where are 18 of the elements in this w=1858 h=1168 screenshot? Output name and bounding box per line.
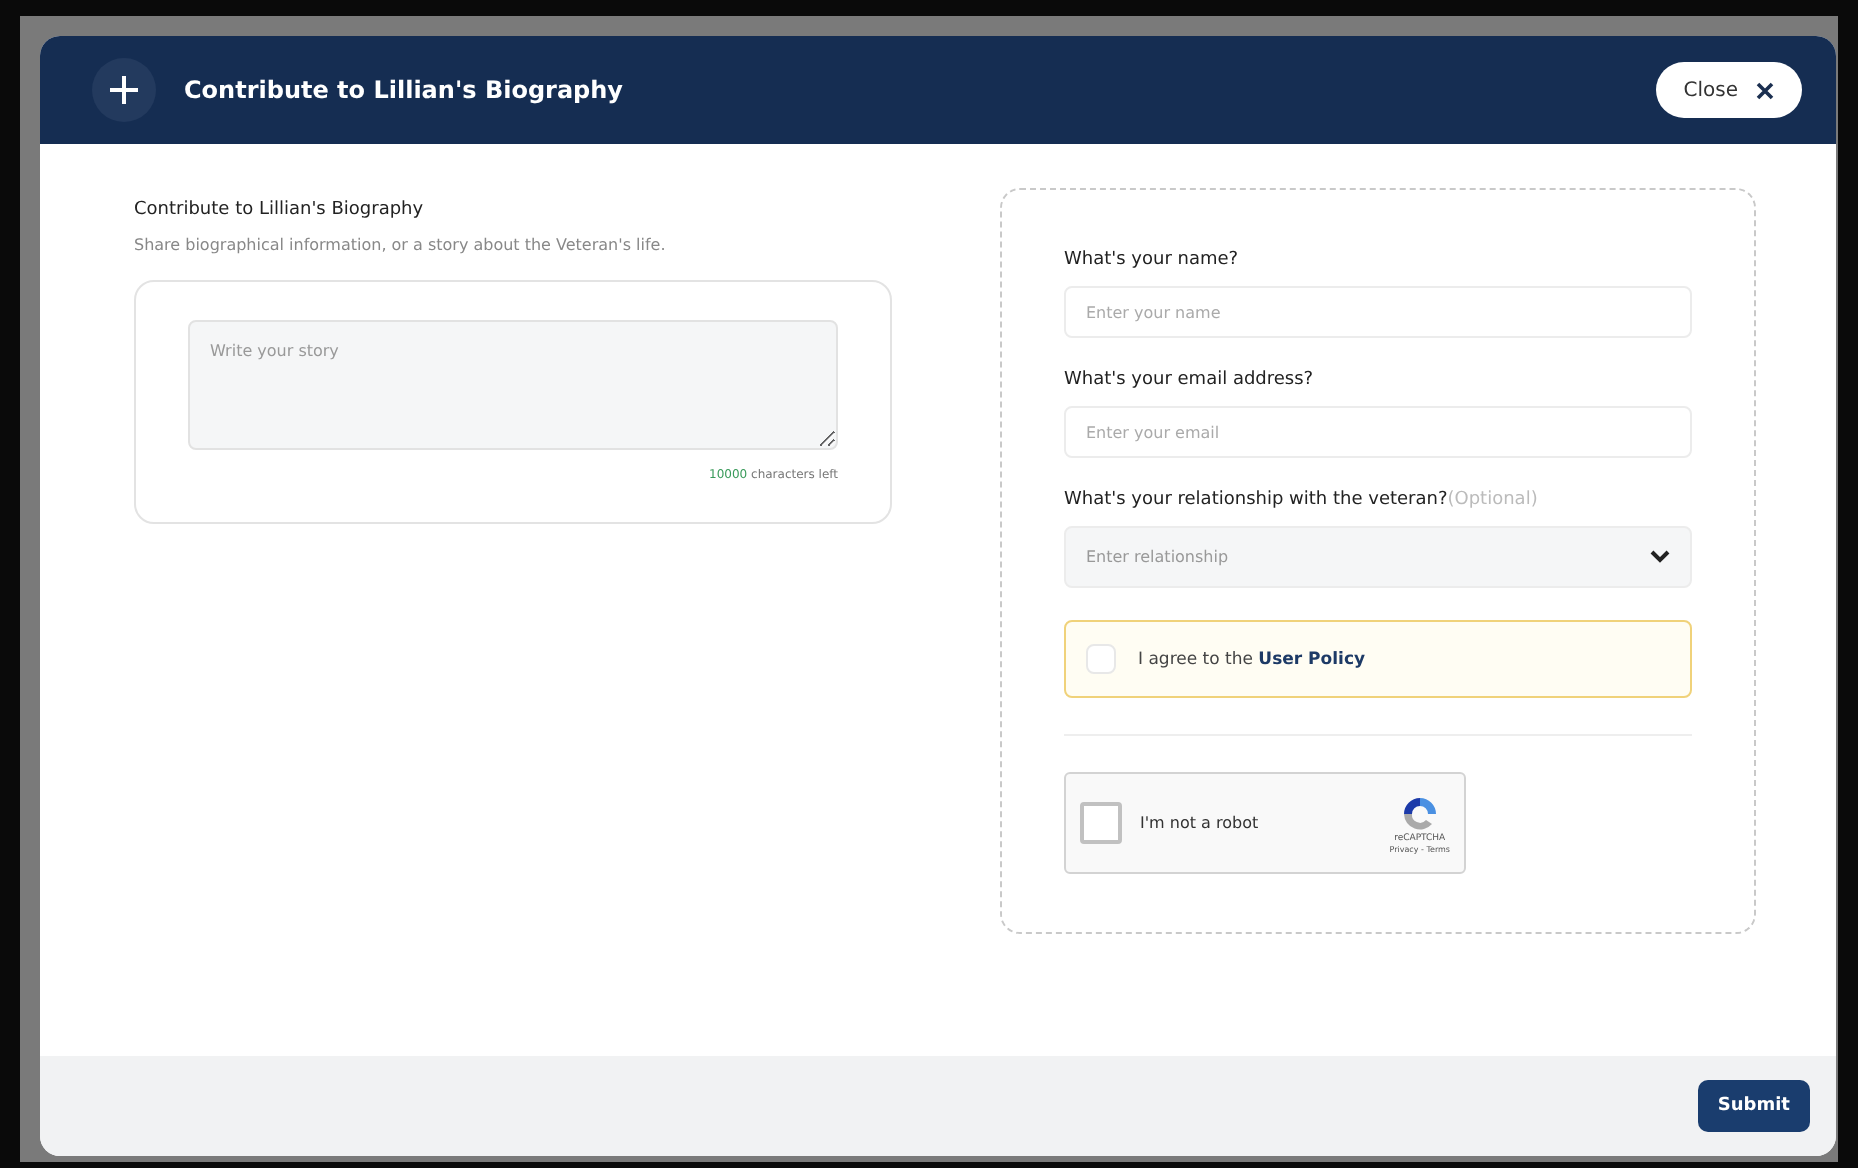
- field-label: What's your relationship with the veteran?(Optional): [1064, 490, 1540, 510]
- section-description: Share biographical information, or a story about the Veteran's life.: [134, 236, 668, 254]
- plus-icon: [92, 58, 156, 122]
- field-label: What's your name?: [1064, 250, 1241, 270]
- user-policy-link[interactable]: User Policy: [1258, 649, 1366, 669]
- captcha-label: I'm not a robot: [1140, 814, 1261, 832]
- story-textarea[interactable]: Write your story: [188, 320, 838, 450]
- input-field[interactable]: Enter your name: [1064, 286, 1692, 338]
- modal-title: Contribute to Lillian's Biography: [184, 76, 626, 104]
- submit-button[interactable]: Submit: [1697, 1080, 1810, 1132]
- field-label: What's your email address?: [1064, 370, 1316, 390]
- input-field[interactable]: Enter your email: [1064, 406, 1692, 458]
- captcha-checkbox[interactable]: [1080, 802, 1122, 844]
- section-heading: Contribute to Lillian's Biography: [134, 200, 426, 220]
- chevron-down-icon: [1650, 550, 1670, 564]
- close-icon: [1756, 81, 1774, 99]
- agreement-text: I agree to the User Policy: [1138, 649, 1366, 669]
- close-button[interactable]: Close: [1655, 62, 1802, 118]
